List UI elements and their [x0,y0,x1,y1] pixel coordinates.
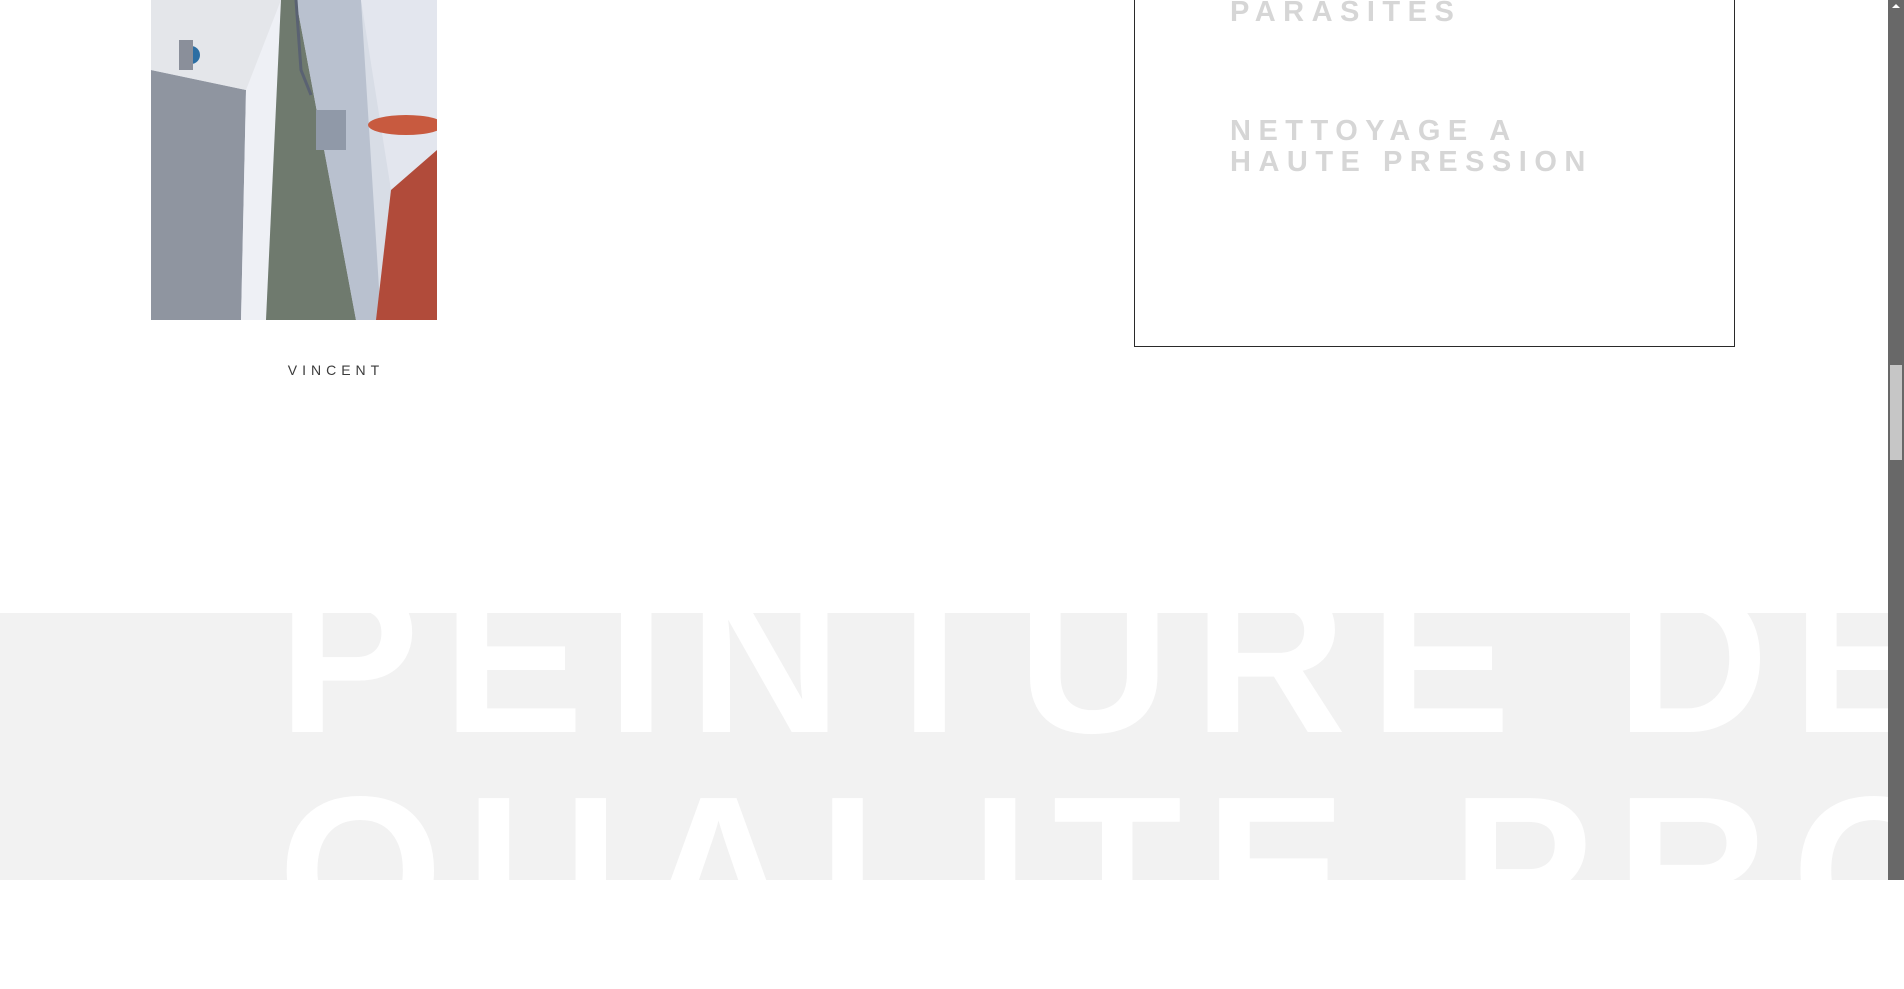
scrollbar-thumb[interactable] [1890,365,1902,460]
balcony-photo-image [151,0,437,320]
photo-caption: VINCENT [287,362,385,378]
scroll-up-arrow-icon[interactable] [1892,4,1900,8]
service-item-pressure-washing[interactable]: NETTOYAGE A HAUTE PRESSION [1230,116,1650,178]
hero-headline: PEINTURE DE QUALITE PRO [278,540,1904,989]
hero-headline-line-2: QUALITE PRO [278,752,1904,989]
hero-headline-line-1: PEINTURE DE [278,540,1904,777]
service-item-parasites[interactable]: PARASITES [1230,0,1650,28]
services-box: PARASITES NETTOYAGE A HAUTE PRESSION [1134,0,1735,347]
project-photo[interactable] [151,0,437,320]
